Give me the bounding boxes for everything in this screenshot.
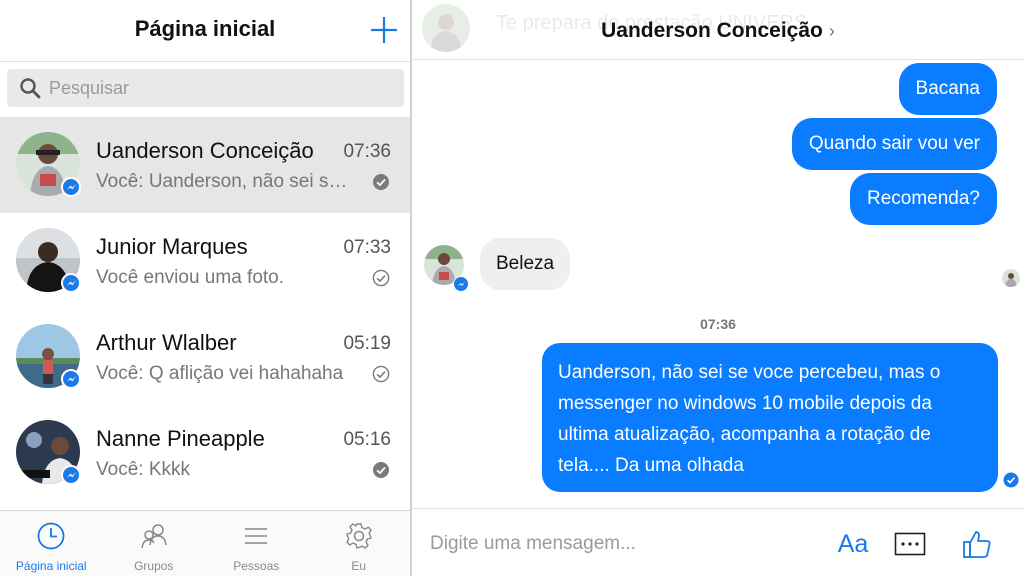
like-button[interactable] bbox=[960, 527, 994, 561]
nav-label: Página inicial bbox=[15, 559, 87, 573]
conversation-time: 07:33 bbox=[343, 237, 391, 258]
conversation-time: 07:36 bbox=[343, 141, 391, 162]
clock-icon bbox=[36, 521, 66, 551]
messenger-bolt-icon bbox=[66, 471, 76, 477]
thumbs-up-icon bbox=[963, 531, 991, 558]
messenger-bolt-icon bbox=[66, 183, 76, 189]
messenger-badge bbox=[453, 276, 469, 292]
nav-people[interactable]: Pessoas bbox=[205, 511, 308, 576]
chevron-right-icon: › bbox=[828, 21, 835, 41]
message-timestamp: 07:36 bbox=[700, 316, 736, 332]
seen-check-icon bbox=[372, 173, 390, 191]
message-composer: Aa bbox=[412, 508, 1024, 576]
nav-home[interactable]: Página inicial bbox=[0, 511, 103, 576]
page-title: Página inicial bbox=[134, 16, 276, 41]
gear-icon bbox=[344, 521, 374, 551]
message-bubble-incoming[interactable]: Beleza bbox=[480, 238, 571, 290]
search-icon bbox=[20, 78, 41, 99]
conversation-time: 05:16 bbox=[343, 429, 391, 450]
text-format-button[interactable]: Aa bbox=[836, 527, 870, 561]
delivered-check-icon bbox=[1003, 472, 1019, 488]
message-bubble-outgoing-long[interactable]: Uanderson, não sei se voce percebeu, mas… bbox=[542, 343, 998, 492]
messenger-badge bbox=[61, 465, 81, 485]
chat-header: Te prepara do prestação UNIVERS Uanderso… bbox=[412, 0, 1024, 60]
nav-label: Pessoas bbox=[233, 559, 280, 573]
delivered-check-icon bbox=[372, 269, 390, 287]
search-bar[interactable] bbox=[7, 69, 404, 107]
new-message-button[interactable] bbox=[366, 12, 402, 48]
left-header: Página inicial bbox=[0, 0, 410, 62]
messenger-badge bbox=[61, 369, 81, 389]
messenger-badge bbox=[61, 273, 81, 293]
conversation-item-uanderson[interactable]: Uanderson Conceição 07:36 Você: Uanderso… bbox=[0, 117, 410, 213]
conversation-name: Nanne Pineapple bbox=[96, 426, 265, 451]
seen-check-icon bbox=[372, 461, 390, 479]
more-options-button[interactable] bbox=[894, 527, 926, 561]
conversation-item-nanne[interactable]: Nanne Pineapple 05:16 Você: Kkkk bbox=[0, 405, 410, 501]
chat-pane: Te prepara do prestação UNIVERS Uanderso… bbox=[412, 0, 1024, 576]
nav-label: Eu bbox=[351, 559, 367, 573]
message-bubble-outgoing[interactable]: Recomenda? bbox=[849, 173, 997, 225]
message-bubble-outgoing[interactable]: Bacana bbox=[898, 63, 997, 115]
bottom-navigation: Página inicial Grupos Pessoas Eu bbox=[0, 510, 410, 576]
message-input[interactable] bbox=[430, 529, 810, 559]
delivered-check-icon bbox=[372, 365, 390, 383]
messenger-bolt-icon bbox=[66, 375, 76, 381]
conversation-item-arthur[interactable]: Arthur Wlalber 05:19 Você: Q aflição vei… bbox=[0, 309, 410, 405]
conversation-preview: Você: Q aflição vei hahahaha bbox=[96, 363, 344, 384]
search-input[interactable] bbox=[49, 77, 389, 99]
seen-avatar bbox=[1002, 269, 1020, 287]
conversation-list-pane: Página inicial Uanderson Conceição 07:36… bbox=[0, 0, 410, 576]
plus-icon bbox=[371, 17, 397, 43]
conversation-name: Junior Marques bbox=[96, 234, 248, 259]
nav-groups[interactable]: Grupos bbox=[103, 511, 206, 576]
conversation-item-junior[interactable]: Junior Marques 07:33 Você enviou uma fot… bbox=[0, 213, 410, 309]
conversation-preview: Você: Kkkk bbox=[96, 459, 190, 480]
messenger-bolt-icon bbox=[457, 281, 465, 286]
chat-title-text: Uanderson Conceição bbox=[601, 19, 823, 42]
conversation-time: 05:19 bbox=[343, 333, 391, 354]
messenger-bolt-icon bbox=[66, 279, 76, 285]
nav-label: Grupos bbox=[134, 559, 174, 573]
message-bubble-outgoing[interactable]: Quando sair vou ver bbox=[791, 118, 997, 170]
groups-icon bbox=[139, 521, 169, 551]
list-icon bbox=[241, 521, 271, 551]
nav-me[interactable]: Eu bbox=[308, 511, 411, 576]
chat-title[interactable]: Uanderson Conceição › bbox=[412, 19, 1024, 43]
conversation-name: Uanderson Conceição bbox=[96, 138, 314, 163]
conversation-preview: Você enviou uma foto. bbox=[96, 267, 285, 288]
messenger-badge bbox=[61, 177, 81, 197]
conversation-name: Arthur Wlalber bbox=[96, 330, 237, 355]
conversation-preview: Você: Uanderson, não sei se voce percebe… bbox=[96, 171, 354, 192]
more-icon bbox=[894, 532, 926, 556]
